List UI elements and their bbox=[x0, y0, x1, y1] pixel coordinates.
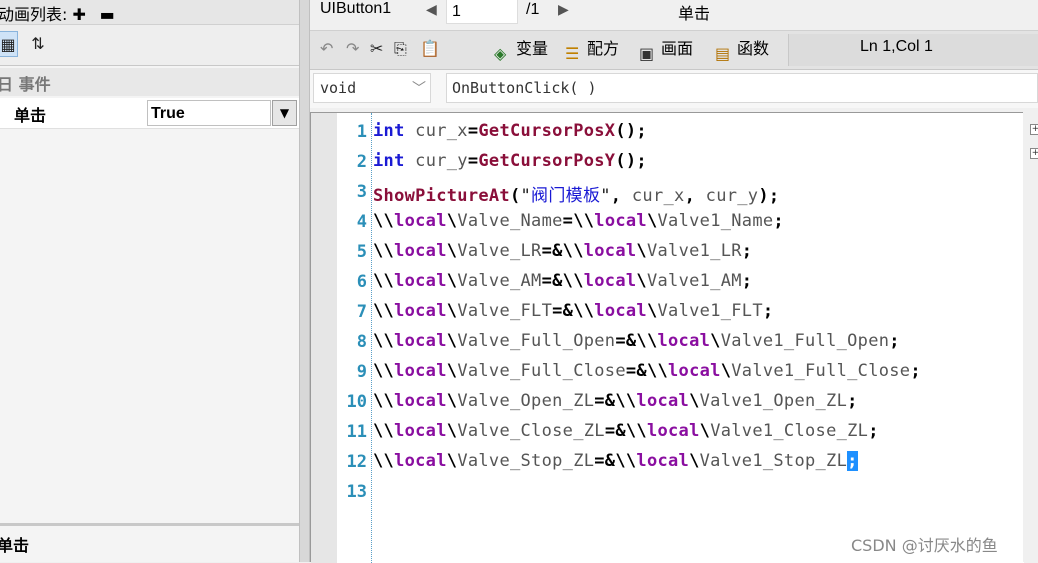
watermark: CSDN @讨厌水的鱼 bbox=[851, 536, 998, 555]
signature-row: void ﹀ OnButtonClick( ) bbox=[310, 70, 1038, 108]
gutter-divider bbox=[371, 113, 372, 563]
return-type-value: void bbox=[320, 79, 357, 97]
functions-label: 函数 bbox=[737, 39, 770, 58]
properties-panel: 动画列表: ✚ ▬ ▦ ⇅ 日 事件 单击 True ▼ 单击 bbox=[0, 0, 299, 562]
undo-icon[interactable]: ↶ bbox=[320, 39, 333, 59]
line-number: 1 bbox=[356, 122, 367, 142]
variables-button[interactable]: ◈ 变量 bbox=[490, 35, 552, 63]
paste-icon[interactable]: 📋 bbox=[420, 39, 440, 59]
code-line: \\local\Valve_FLT=&\\local\Valve1_FLT; bbox=[373, 301, 774, 321]
page-input[interactable]: 1 bbox=[446, 0, 518, 24]
line-number: 11 bbox=[346, 422, 367, 442]
plus-icon[interactable]: ✚ bbox=[72, 5, 88, 24]
variables-label: 变量 bbox=[516, 39, 549, 58]
return-type-select[interactable]: void ﹀ bbox=[313, 73, 431, 103]
splitter[interactable] bbox=[0, 523, 299, 526]
line-number: 5 bbox=[356, 242, 367, 262]
code-line: int cur_y=GetCursorPosY(); bbox=[373, 151, 647, 171]
line-number: 6 bbox=[356, 272, 367, 292]
line-number: 13 bbox=[346, 482, 367, 502]
recipe-button[interactable]: ☰ 配方 bbox=[561, 35, 623, 63]
code-line: \\local\Valve_Full_Close=&\\local\Valve1… bbox=[373, 361, 921, 381]
code-line: \\local\Valve_Name=\\local\Valve1_Name; bbox=[373, 211, 784, 231]
properties-toolbar: ▦ ⇅ bbox=[0, 25, 299, 66]
editor-toolbar: ↶ ↷ ✂ ⎘ 📋 ◈ 变量 ☰ 配方 ▣ 画面 ▤ 函数 Ln 1,Col 1 bbox=[310, 30, 1038, 70]
code-line: \\local\Valve_LR=&\\local\Valve1_LR; bbox=[373, 241, 753, 261]
property-value-select[interactable]: True bbox=[147, 100, 271, 126]
chevron-down-icon[interactable]: ▼ bbox=[272, 100, 297, 126]
code-line: ShowPictureAt("阀门模板", cur_x, cur_y); bbox=[373, 186, 780, 206]
events-category-label: 日 事件 bbox=[0, 75, 51, 94]
variables-icon: ◈ bbox=[494, 43, 507, 63]
editor-margin bbox=[311, 113, 337, 563]
outline-pane: + + bbox=[1023, 112, 1038, 562]
line-number: 3 bbox=[356, 182, 367, 202]
screen-button[interactable]: ▣ 画面 bbox=[635, 35, 697, 63]
property-row-click[interactable]: 单击 True ▼ bbox=[0, 98, 299, 129]
animation-list-header: 动画列表: ✚ ▬ bbox=[0, 0, 299, 25]
code-line: \\local\Valve_Stop_ZL=&\\local\Valve1_St… bbox=[373, 451, 858, 471]
code-line: \\local\Valve_Full_Open=&\\local\Valve1_… bbox=[373, 331, 900, 351]
redo-icon[interactable]: ↷ bbox=[346, 39, 359, 59]
description-title: 单击 bbox=[0, 536, 30, 555]
code-line: \\local\Valve_AM=&\\local\Valve1_AM; bbox=[373, 271, 753, 291]
next-page-icon[interactable]: ▶ bbox=[558, 2, 569, 18]
line-number: 4 bbox=[356, 212, 367, 232]
page-total: /1 bbox=[526, 1, 540, 18]
line-number: 8 bbox=[356, 332, 367, 352]
animation-list-label: 动画列表: bbox=[0, 5, 73, 24]
screen-label: 画面 bbox=[661, 39, 694, 58]
recipe-label: 配方 bbox=[587, 39, 620, 58]
code-line: \\local\Valve_Close_ZL=&\\local\Valve1_C… bbox=[373, 421, 879, 441]
event-title: 单击 bbox=[678, 4, 711, 23]
function-name-field[interactable]: OnButtonClick( ) bbox=[446, 73, 1038, 103]
categorized-view-icon[interactable]: ▦ bbox=[0, 31, 18, 57]
chevron-down-icon[interactable]: ﹀ bbox=[412, 78, 426, 98]
object-name: UIButton1 bbox=[320, 0, 392, 17]
line-number: 10 bbox=[346, 392, 367, 412]
copy-icon[interactable]: ⎘ bbox=[394, 39, 407, 59]
cut-icon[interactable]: ✂ bbox=[370, 39, 383, 59]
recipe-icon: ☰ bbox=[565, 43, 580, 63]
functions-icon: ▤ bbox=[715, 43, 731, 63]
prev-page-icon[interactable]: ◀ bbox=[426, 2, 437, 18]
code-line: \\local\Valve_Open_ZL=&\\local\Valve1_Op… bbox=[373, 391, 858, 411]
expand-icon[interactable]: + bbox=[1030, 124, 1038, 135]
animation-list-title: 动画列表: ✚ ▬ bbox=[0, 1, 116, 25]
script-header: UIButton1 ◀ 1 /1 ▶ 单击 bbox=[310, 0, 1038, 28]
events-category[interactable]: 日 事件 bbox=[0, 68, 299, 96]
expand-icon[interactable]: + bbox=[1030, 148, 1038, 159]
code-editor[interactable]: 1 2 3 4 5 6 7 8 9 10 11 12 13 int cur_x=… bbox=[310, 112, 1024, 563]
line-number: 2 bbox=[356, 152, 367, 172]
cursor-position: Ln 1,Col 1 bbox=[860, 38, 933, 55]
minus-icon[interactable]: ▬ bbox=[100, 5, 116, 24]
line-number: 12 bbox=[346, 452, 367, 472]
line-number: 9 bbox=[356, 362, 367, 382]
screen-icon: ▣ bbox=[639, 43, 655, 63]
vertical-splitter[interactable] bbox=[299, 0, 310, 562]
line-number: 7 bbox=[356, 302, 367, 322]
property-name: 单击 bbox=[14, 106, 47, 125]
sort-alpha-icon[interactable]: ⇅ bbox=[28, 31, 48, 57]
code-line: int cur_x=GetCursorPosX(); bbox=[373, 121, 647, 141]
functions-button[interactable]: ▤ 函数 bbox=[711, 35, 773, 63]
